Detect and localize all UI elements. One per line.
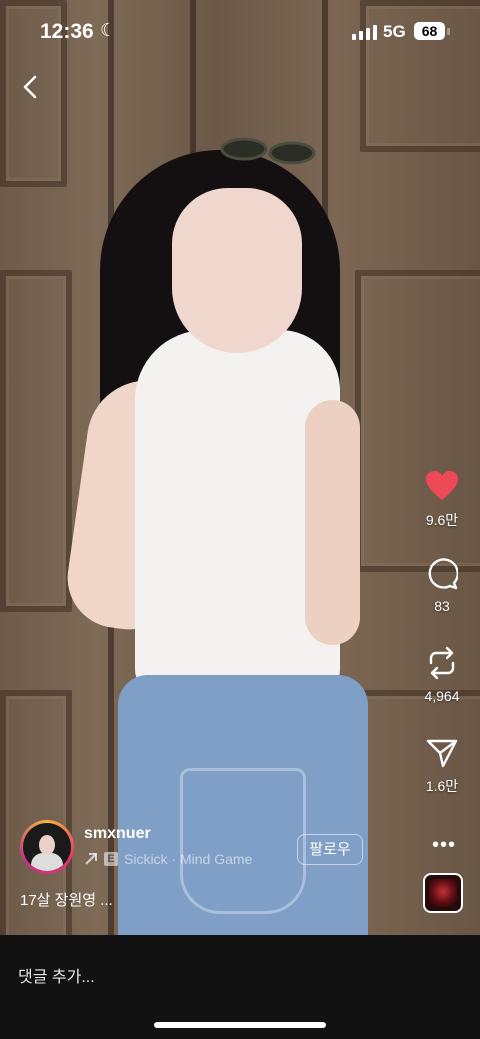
person-face: [172, 188, 302, 353]
avatar[interactable]: [20, 820, 74, 874]
battery-tip: [447, 28, 450, 35]
person-arm: [305, 400, 360, 645]
home-indicator[interactable]: [154, 1022, 326, 1028]
caption[interactable]: 17살 장원영 ...: [20, 889, 113, 910]
comment-icon: [428, 558, 458, 590]
door-panel: [0, 270, 72, 612]
reel-screen: 12:36 ☾ 5G 68 9.6만 83 4,964 1.6만 ••• smx…: [0, 0, 480, 1039]
username[interactable]: smxnuer: [84, 825, 151, 843]
reel-video[interactable]: [0, 0, 480, 947]
repost-button[interactable]: 4,964: [412, 646, 472, 704]
comment-input[interactable]: 댓글 추가...: [18, 963, 95, 987]
heart-icon: [426, 471, 458, 500]
network-type: 5G: [383, 22, 406, 41]
signal-icon: [352, 25, 377, 40]
like-count: 9.6만: [425, 512, 459, 528]
battery-icon: 68: [414, 22, 445, 40]
music-info[interactable]: E Sickick · Mind Game: [84, 849, 252, 869]
comment-button[interactable]: 83: [412, 558, 472, 614]
like-button[interactable]: 9.6만: [412, 470, 472, 530]
music-title: Sickick · Mind Game: [124, 851, 253, 867]
share-button[interactable]: 1.6만: [412, 738, 472, 796]
music-icon[interactable]: [423, 873, 463, 913]
status-bar: 12:36 ☾ 5G 68: [0, 0, 480, 64]
share-count: 1.6만: [425, 778, 459, 794]
jeans-pocket: [180, 768, 306, 914]
sunglasses-icon: [220, 137, 316, 165]
follow-button[interactable]: 팔로우: [297, 834, 363, 865]
moon-icon: ☾: [100, 20, 117, 40]
more-icon[interactable]: •••: [432, 834, 456, 857]
status-time: 12:36: [40, 20, 94, 43]
back-icon[interactable]: [18, 74, 44, 100]
explicit-badge: E: [104, 852, 118, 866]
repost-count: 4,964: [424, 688, 460, 704]
share-icon: [426, 739, 458, 768]
repost-icon: [429, 646, 455, 680]
comment-count: 83: [434, 598, 450, 614]
arrow-up-right-icon: [85, 853, 97, 865]
